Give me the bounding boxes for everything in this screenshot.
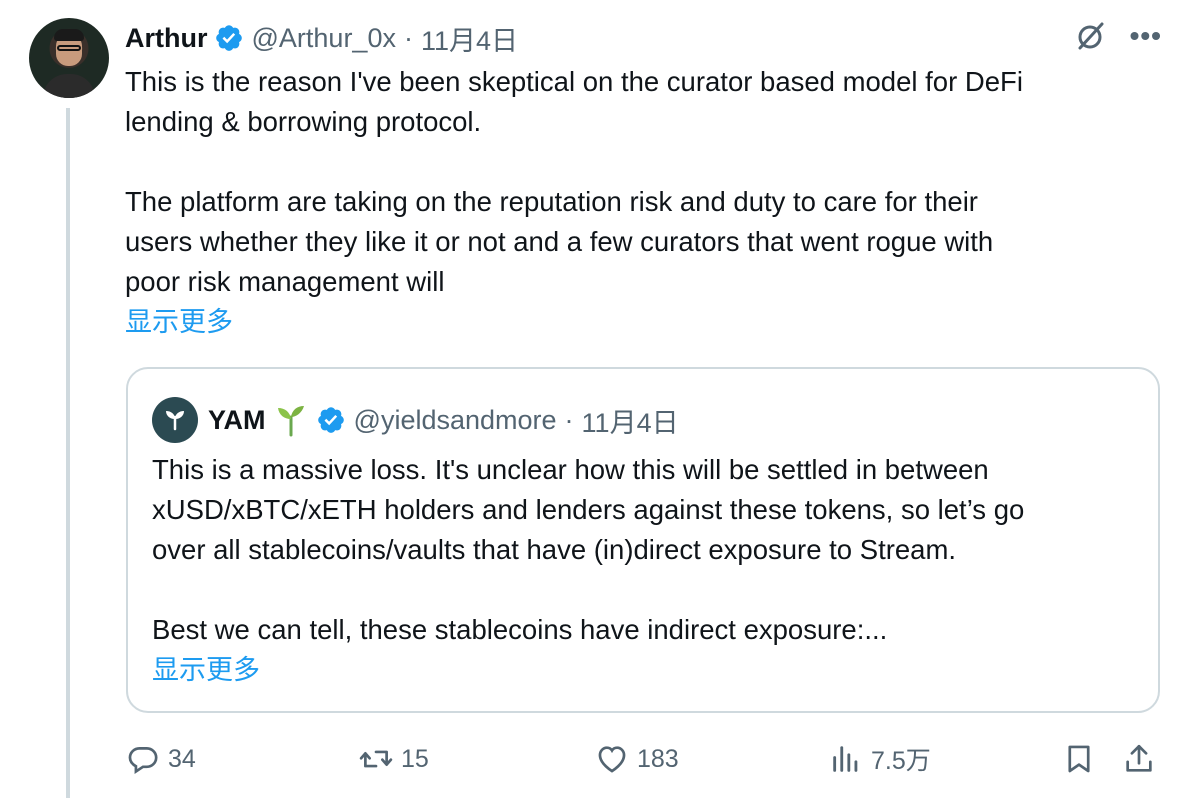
tweet-paragraph: The platform are taking on the reputatio… [125,186,994,297]
share-button[interactable] [1122,736,1164,782]
quote-text: This is a massive loss. It's unclear how… [152,450,1142,690]
share-icon [1126,744,1152,772]
meta-separator: · [403,22,413,53]
quote-author-name[interactable]: YAM [208,405,266,436]
reply-icon [128,747,158,774]
author-handle[interactable]: @Arthur_0x [252,23,396,54]
bookmark-icon [1068,745,1090,773]
like-count: 183 [637,744,679,773]
author-name[interactable]: Arthur [125,23,208,54]
more-icon[interactable]: ••• [1130,18,1162,54]
quoted-tweet[interactable]: YAM @yieldsandmore · 11月4日 This is a mas… [126,367,1160,713]
quote-paragraph: This is a massive loss. It's unclear how… [152,454,1025,565]
leaf-logo-icon [166,411,184,431]
author-avatar[interactable] [29,18,109,98]
verified-badge-icon [317,407,344,433]
bookmark-button[interactable] [1062,736,1104,782]
tweet-actions: 34 15 183 7.5万 [126,736,1166,782]
views-count: 7.5万 [871,747,931,775]
grok-icon[interactable] [1072,18,1108,54]
repost-icon [359,750,393,768]
meta-separator: · [564,404,574,435]
repost-count: 15 [401,744,429,773]
views-button[interactable]: 7.5万 [829,736,931,782]
tweet-date[interactable]: 11月4日 [421,19,518,58]
repost-button[interactable]: 15 [359,736,429,782]
thread-line [66,108,70,798]
tweet-top-actions: ••• [1072,18,1162,54]
like-button[interactable]: 183 [595,736,679,782]
quote-avatar[interactable] [152,397,198,443]
quote-author-handle[interactable]: @yieldsandmore [354,405,557,436]
like-icon [598,746,626,773]
quote-header: YAM @yieldsandmore · 11月4日 [152,397,679,443]
sprout-icon [277,406,304,437]
reply-button[interactable]: 34 [126,736,196,782]
tweet-paragraph: This is the reason I've been skeptical o… [125,66,1023,137]
tweet-text: This is the reason I've been skeptical o… [125,62,1165,342]
quote-date[interactable]: 11月4日 [582,401,679,440]
show-more-link[interactable]: 显示更多 [125,302,1165,342]
quote-show-more-link[interactable]: 显示更多 [152,650,1142,690]
views-icon [833,746,858,772]
tweet-header: Arthur @Arthur_0x · 11月4日 [125,20,518,56]
verified-badge-icon [215,25,242,51]
quote-paragraph: Best we can tell, these stablecoins have… [152,614,888,645]
reply-count: 34 [168,744,196,773]
